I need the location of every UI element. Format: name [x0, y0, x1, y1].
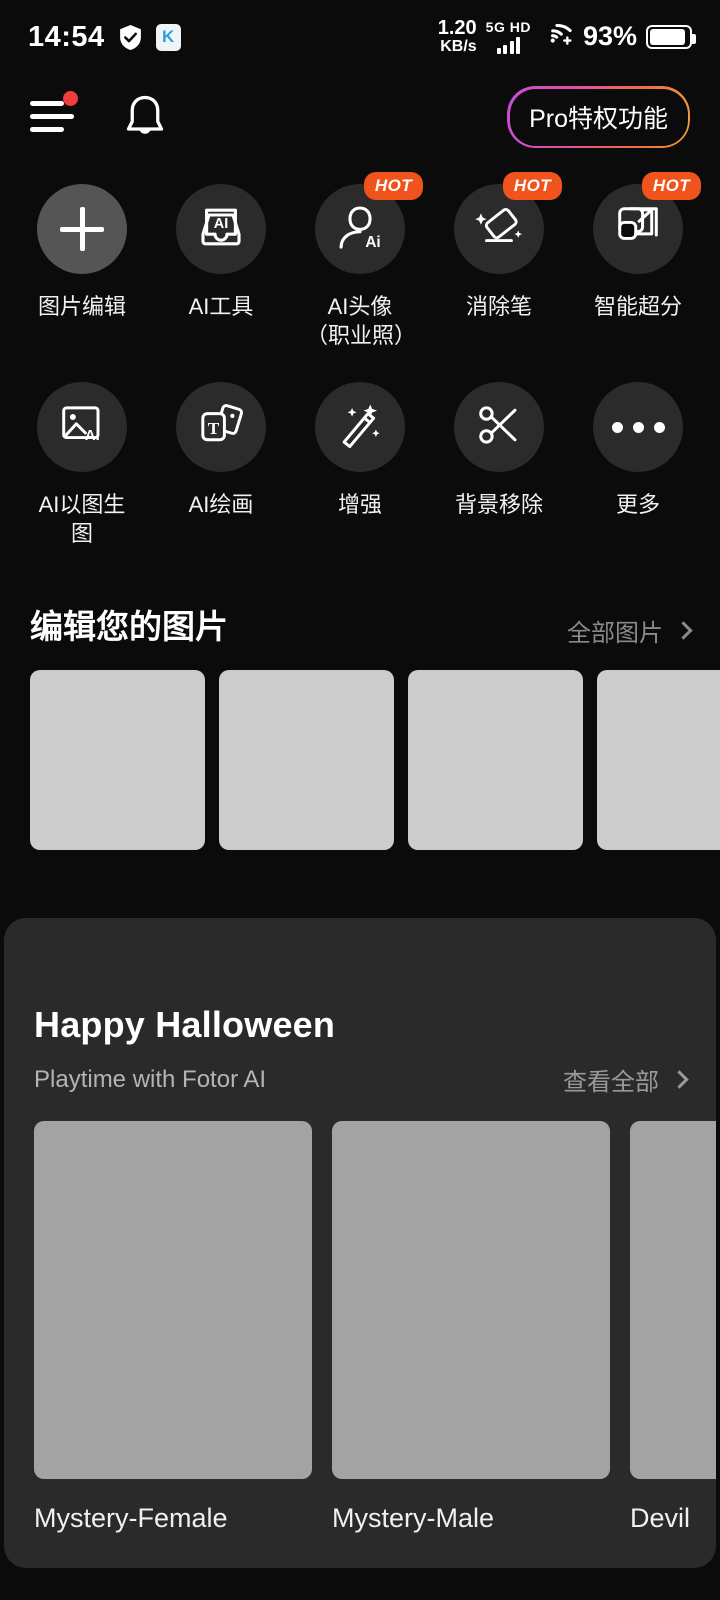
ai-inbox-icon: AI — [197, 204, 245, 255]
tool-magic-eraser[interactable]: HOT 消除笔 — [445, 172, 562, 350]
halloween-view-all-label: 查看全部 — [563, 1069, 659, 1096]
all-photos-label: 全部图片 — [567, 620, 663, 648]
status-bar: 14:54 K 1.20 KB/s 5G HD 93% — [0, 0, 720, 74]
network-type-label: 5G HD — [485, 18, 531, 35]
photo-thumbnail-1[interactable] — [30, 670, 205, 851]
tool-label: 增强 — [337, 492, 382, 518]
halloween-thumbnail[interactable] — [630, 1121, 716, 1479]
halloween-card-strip[interactable]: Mystery-Female Mystery-Male Devil — [4, 1097, 716, 1534]
battery-icon — [646, 24, 696, 49]
watermark: · — [696, 1577, 702, 1592]
halloween-subtitle-row: Playtime with Fotor AI 查看全部 — [4, 1062, 716, 1097]
tool-label: 消除笔 — [465, 294, 532, 319]
tool-upscale[interactable]: HOT 智能超分 — [584, 172, 701, 350]
signal-bars-icon: 5G HD — [486, 20, 531, 54]
tool-label: AI工具 — [188, 294, 254, 319]
upscale-expand-icon — [614, 203, 662, 256]
shield-check-icon — [118, 24, 143, 51]
hot-badge: HOT — [502, 172, 562, 200]
battery-percent: 93% — [582, 21, 637, 52]
tools-grid: 图片编辑 AI AI工具 Ai HOT AI头像（职业照） HOT 消除笔 HO… — [0, 160, 720, 548]
tools-row-1: 图片编辑 AI AI工具 Ai HOT AI头像（职业照） HOT 消除笔 HO… — [0, 172, 720, 350]
hot-badge: HOT — [641, 172, 701, 200]
plus-icon — [60, 207, 104, 251]
tool-enhance[interactable]: 增强 — [306, 382, 414, 548]
svg-text:AI: AI — [214, 216, 228, 232]
magic-wand-icon — [335, 400, 385, 455]
halloween-item-label: Mystery-Female — [34, 1503, 228, 1533]
wifi-icon — [540, 21, 574, 53]
tool-label: AI以图生图 — [38, 492, 126, 547]
magic-eraser-icon — [473, 203, 525, 256]
photo-thumbnail-2[interactable] — [219, 670, 394, 851]
network-speed-unit: KB/s — [440, 38, 477, 56]
edit-photos-header: 编辑您的图片 全部图片 — [0, 600, 720, 648]
status-bar-right: 1.20 KB/s 5G HD 93% — [438, 18, 696, 56]
list-item[interactable]: Devil — [630, 1121, 716, 1534]
network-speed: 1.20 KB/s — [438, 18, 477, 56]
halloween-title: Happy Halloween — [34, 1004, 336, 1045]
tool-ai-avatar[interactable]: Ai HOT AI头像（职业照） — [306, 172, 423, 350]
tool-ai-image-to-image[interactable]: AI AI以图生图 — [28, 382, 136, 548]
tool-image-edit[interactable]: 图片编辑 — [28, 184, 136, 350]
bell-icon[interactable] — [122, 93, 168, 141]
ai-avatar-person-icon: Ai — [334, 202, 386, 257]
pro-features-button[interactable]: Pro特权功能 — [507, 86, 690, 148]
tool-ai-painting[interactable]: T AI绘画 — [167, 382, 275, 548]
svg-text:Ai: Ai — [365, 234, 380, 251]
chevron-right-icon — [674, 621, 693, 640]
svg-text:T: T — [208, 419, 220, 438]
app-header: Pro特权功能 — [0, 74, 720, 160]
tool-background-remove[interactable]: 背景移除 — [445, 382, 553, 548]
svg-text:AI: AI — [85, 427, 100, 443]
halloween-thumbnail[interactable] — [332, 1121, 610, 1479]
ai-image-to-image-icon: AI — [58, 402, 106, 453]
tool-label: 智能超分 — [593, 294, 682, 319]
halloween-item-label: Devil — [630, 1503, 691, 1533]
tool-ai-tools[interactable]: AI AI工具 — [167, 184, 275, 350]
page-title: 编辑您的图片 — [30, 608, 228, 646]
tools-row-2: AI AI以图生图 T AI绘画 增强 背景移除 更多 — [0, 382, 720, 548]
status-bar-left: 14:54 K — [28, 21, 181, 54]
tool-label: 图片编辑 — [37, 294, 126, 319]
hamburger-menu-icon[interactable] — [30, 91, 78, 135]
halloween-subtitle: Playtime with Fotor AI — [34, 1065, 267, 1093]
red-dot-badge — [63, 91, 78, 106]
all-photos-link[interactable]: 全部图片 — [567, 613, 693, 648]
halloween-thumbnail[interactable] — [34, 1121, 312, 1479]
tool-label: AI绘画 — [188, 492, 254, 518]
photo-thumbnail-3[interactable] — [408, 670, 583, 851]
status-time: 14:54 — [28, 20, 105, 53]
photo-thumbnail-4[interactable] — [597, 670, 720, 851]
list-item[interactable]: Mystery-Female — [34, 1121, 312, 1534]
tool-label: AI头像（职业照） — [306, 294, 417, 349]
halloween-section: Happy Halloween Playtime with Fotor AI 查… — [4, 918, 716, 1568]
tool-label: 背景移除 — [454, 492, 543, 518]
app-badge-icon: K — [155, 23, 181, 51]
pro-features-label: Pro特权功能 — [529, 105, 668, 133]
list-item[interactable]: Mystery-Male — [332, 1121, 610, 1534]
hot-badge: HOT — [363, 172, 423, 200]
halloween-item-label: Mystery-Male — [332, 1503, 495, 1533]
tool-label: 更多 — [615, 492, 660, 518]
network-speed-value: 1.20 — [437, 17, 477, 40]
ellipsis-icon — [611, 421, 665, 433]
photo-thumbnail-strip[interactable] — [0, 648, 720, 851]
halloween-view-all-link[interactable]: 查看全部 — [563, 1062, 689, 1097]
chevron-right-icon — [670, 1070, 689, 1089]
tool-more[interactable]: 更多 — [584, 382, 692, 548]
scissors-icon — [475, 401, 523, 454]
ai-text-to-art-icon: T — [196, 401, 246, 454]
app-screen: 14:54 K 1.20 KB/s 5G HD 93% Pro特权功能 图片编辑… — [0, 0, 720, 1600]
